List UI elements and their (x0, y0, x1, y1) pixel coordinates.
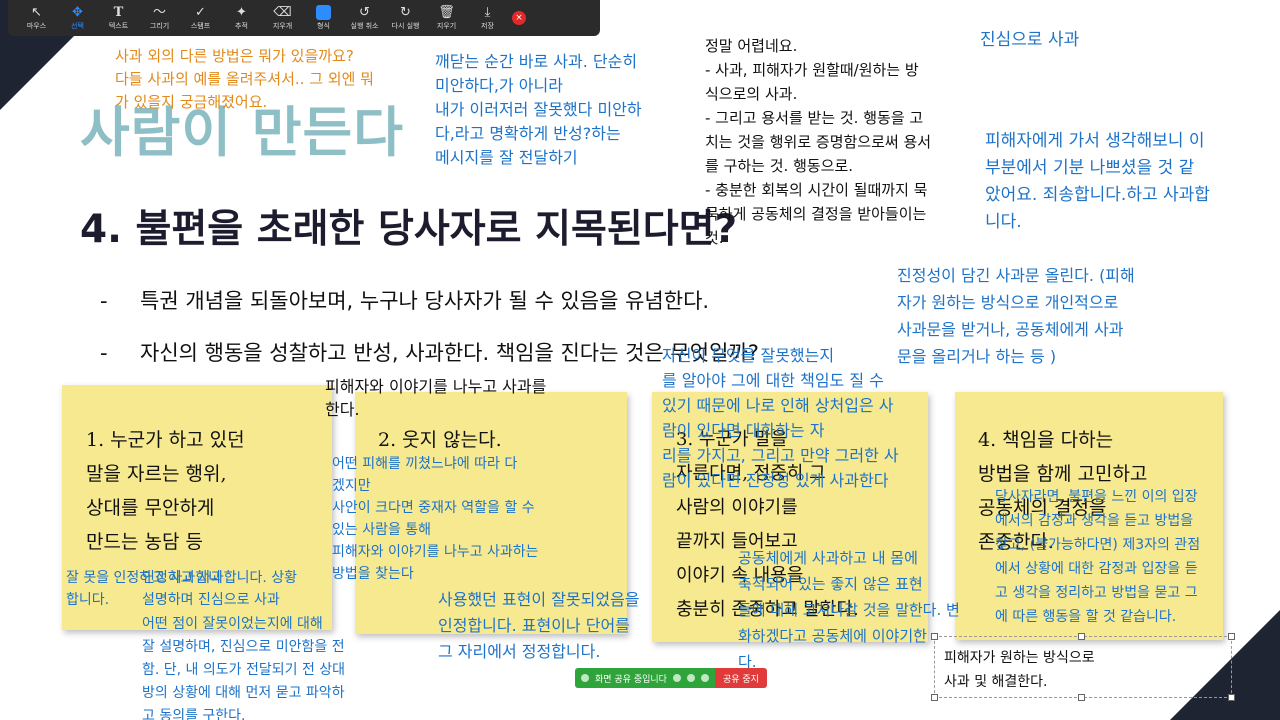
bullet-item: - 자신의 행동을 성찰하고 반성, 사과한다. 책임을 진다는 것은 무엇일까? (100, 337, 759, 367)
resize-handle[interactable] (1228, 633, 1235, 640)
tool-redo[interactable]: ↻ 다시 실행 (385, 0, 426, 36)
share-status-label: 화면 공유 중입니다 (595, 674, 667, 685)
resize-handle[interactable] (1228, 694, 1235, 701)
annotation-text[interactable]: 자신이 무엇을 잘못했는지 를 알아야 그에 대한 책임도 질 수 있기 때문에… (662, 343, 899, 493)
screen-share-bar: 화면 공유 중입니다 공유 중지 (575, 668, 767, 688)
tool-label: 마우스 (26, 22, 47, 30)
resize-handle[interactable] (1078, 633, 1085, 640)
tool-label: 다시 실행 (391, 22, 420, 30)
tool-spotlight[interactable]: ✦ 추적 (221, 0, 262, 36)
annotation-text[interactable]: 당사자라면, 불편을 느낀 이의 입장 에서의 감정과 생각을 듣고 방법을 찾… (995, 485, 1200, 629)
eraser-icon: ⌫ (273, 5, 292, 20)
annotation-toolbar: ↖ 마우스 ✥ 선택 T 텍스트 〜 그리기 ✓ 스탬프 ✦ 추적 ⌫ 지우개 … (8, 0, 600, 36)
cursor-icon: ↖ (31, 5, 42, 20)
bullet-text: 특권 개념을 되돌아보며, 누구나 당사자가 될 수 있음을 유념한다. (140, 289, 710, 313)
squiggle-icon: 〜 (152, 5, 166, 20)
pause-icon[interactable] (672, 674, 681, 682)
check-icon: ✓ (195, 5, 206, 20)
status-dot-icon (581, 674, 589, 682)
annotation-text[interactable]: 피해자와 이야기를 나누고 사과를 한다. (325, 375, 546, 421)
tool-clear[interactable]: 🗑 지우기 (426, 0, 467, 36)
tool-select[interactable]: ✥ 선택 (57, 0, 98, 36)
tool-format[interactable]: 형식 (303, 0, 344, 36)
undo-icon: ↺ (359, 5, 370, 20)
tool-label: 스탬프 (190, 22, 211, 30)
tool-label: 지우개 (272, 22, 293, 30)
annotation-text[interactable]: 인정하고 사과합니다. 상황 설명하며 진심으로 사과 (142, 567, 297, 611)
tool-draw[interactable]: 〜 그리기 (139, 0, 180, 36)
color-swatch-icon (316, 5, 331, 20)
tool-label: 실행 취소 (350, 22, 379, 30)
cloud-icon[interactable] (686, 674, 695, 682)
resize-handle[interactable] (931, 633, 938, 640)
close-icon[interactable]: × (512, 11, 526, 25)
redo-icon: ↻ (400, 5, 411, 20)
annotation-text[interactable]: 피해자에게 가서 생각해보니 이 부분에서 기분 나쁘셨을 것 같 았어요. 죄… (985, 128, 1210, 236)
resize-handle[interactable] (1078, 694, 1085, 701)
save-icon: ⤓ (484, 5, 491, 20)
stop-share-button[interactable]: 공유 중지 (714, 668, 767, 688)
wand-icon: ✦ (236, 5, 247, 20)
text-icon: T (113, 5, 124, 20)
move-icon: ✥ (72, 5, 83, 20)
tool-mouse[interactable]: ↖ 마우스 (16, 0, 57, 36)
bullet-item: - 특권 개념을 되돌아보며, 누구나 당사자가 될 수 있음을 유념한다. (100, 285, 709, 315)
tool-label: 저장 (481, 22, 494, 30)
tool-label: 형식 (317, 22, 330, 30)
tool-eraser[interactable]: ⌫ 지우개 (262, 0, 303, 36)
tool-label: 그리기 (149, 22, 170, 30)
annotation-text[interactable]: 진심으로 사과 (980, 29, 1079, 52)
shield-icon[interactable] (700, 674, 709, 682)
resize-handle[interactable] (931, 694, 938, 701)
bullet-mark: - (100, 341, 108, 365)
share-status[interactable]: 화면 공유 중입니다 (575, 668, 715, 688)
tool-label: 텍스트 (108, 22, 129, 30)
tool-undo[interactable]: ↺ 실행 취소 (344, 0, 385, 36)
annotation-text[interactable]: 공동체에게 사과하고 내 몸에 축적되어 있는 좋지 않은 표현 들에 대해 고… (738, 545, 960, 675)
slide-heading: 4. 불편을 초래한 당사자로 지목된다면? (80, 207, 738, 252)
annotation-text[interactable]: 진정성이 담긴 사과문 올린다. (피해 자가 원하는 방식으로 개인적으로 사… (897, 262, 1135, 370)
selection-box[interactable] (931, 633, 1235, 701)
tool-label: 선택 (71, 22, 84, 30)
annotation-text[interactable]: 깨닫는 순간 바로 사과. 단순히 미안하다,가 아니라 내가 이러저러 잘못했… (435, 50, 642, 170)
sticky-note-text: 2. 웃지 않는다. (378, 429, 502, 451)
annotation-text[interactable]: 사용했던 표현이 잘못되었음을 인정합니다. 표현이나 단어를 그 자리에서 정… (438, 587, 640, 665)
tool-text[interactable]: T 텍스트 (98, 0, 139, 36)
annotation-text[interactable]: 어떤 피해를 끼쳤느냐에 따라 다 겠지만 사안이 크다면 중재자 역할을 할 … (332, 453, 539, 585)
tool-stamp[interactable]: ✓ 스탬프 (180, 0, 221, 36)
tool-label: 지우기 (436, 22, 457, 30)
trash-icon: 🗑 (438, 5, 455, 20)
bullet-mark: - (100, 289, 108, 313)
annotation-text[interactable]: 어떤 점이 잘못이었는지에 대해 잘 설명하며, 진심으로 미안함을 전 함. … (142, 613, 345, 720)
annotation-text[interactable]: 정말 어렵네요. - 사과, 피해자가 원할때/원하는 방 식으로의 사과. -… (705, 34, 931, 250)
sticky-note-text: 1. 누군가 하고 있던 말을 자르는 행위, 상대를 무안하게 만드는 농담 … (86, 429, 245, 553)
annotation-text[interactable]: 사과 외의 다른 방법은 뭐가 있을까요? 다들 사과의 예를 올려주셔서.. … (115, 45, 374, 114)
tool-label: 추적 (235, 22, 248, 30)
stop-share-label: 공유 중지 (722, 674, 759, 685)
tool-save[interactable]: ⤓ 저장 (467, 0, 508, 36)
